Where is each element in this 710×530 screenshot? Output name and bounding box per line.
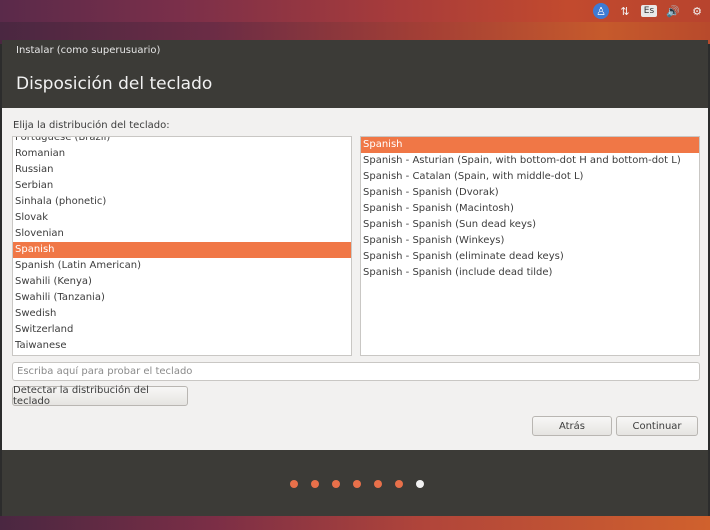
progress-dot <box>311 480 319 488</box>
layout-list-item[interactable]: Swahili (Tanzania) <box>13 290 351 306</box>
volume-icon[interactable]: 🔊 <box>664 2 682 20</box>
back-button[interactable]: Atrás <box>532 416 612 436</box>
variant-list-item[interactable]: Spanish - Catalan (Spain, with middle-do… <box>361 169 699 185</box>
layout-list-item[interactable]: Portuguese (Brazil) <box>13 137 351 146</box>
layout-list-item[interactable]: Tajik <box>13 354 351 355</box>
layout-list-item[interactable]: Sinhala (phonetic) <box>13 194 351 210</box>
variant-list-item[interactable]: Spanish - Asturian (Spain, with bottom-d… <box>361 153 699 169</box>
variant-list-item[interactable]: Spanish - Spanish (Winkeys) <box>361 233 699 249</box>
layout-list-item[interactable]: Serbian <box>13 178 351 194</box>
variant-list-item[interactable]: Spanish - Spanish (include dead tilde) <box>361 265 699 281</box>
keyboard-layout-list[interactable]: Portuguese (Brazil) Romanian Russian Serbia… <box>12 136 352 356</box>
variant-list-item[interactable]: Spanish <box>361 137 699 153</box>
top-panel: ♙ ⇅ Es 🔊 ⚙ <box>0 0 710 22</box>
progress-dot <box>290 480 298 488</box>
installer-content: Elija la distribución del teclado: Portu… <box>2 108 708 450</box>
layout-prompt-label: Elija la distribución del teclado: <box>13 120 170 131</box>
page-title: Disposición del teclado <box>16 74 213 94</box>
network-icon[interactable]: ⇅ <box>616 2 634 20</box>
progress-dot-current <box>416 480 424 488</box>
variant-list-item[interactable]: Spanish - Spanish (Sun dead keys) <box>361 217 699 233</box>
variant-list-item[interactable]: Spanish - Spanish (Dvorak) <box>361 185 699 201</box>
progress-dot <box>395 480 403 488</box>
progress-dots <box>2 480 708 488</box>
layout-list-item[interactable]: Russian <box>13 162 351 178</box>
detect-layout-button[interactable]: Detectar la distribución del teclado <box>12 385 188 407</box>
installer-footer <box>2 450 708 516</box>
keyboard-test-input[interactable] <box>12 362 700 381</box>
keyboard-variant-list-items: Spanish Spanish - Asturian (Spain, with b… <box>361 137 699 281</box>
language-indicator[interactable]: Es <box>640 2 658 20</box>
layout-list-item[interactable]: Swahili (Kenya) <box>13 274 351 290</box>
layout-list-item[interactable]: Swedish <box>13 306 351 322</box>
layout-list-item[interactable]: Switzerland <box>13 322 351 338</box>
keyboard-layout-list-items: Portuguese (Brazil) Romanian Russian Serbia… <box>13 137 351 355</box>
progress-dot <box>353 480 361 488</box>
installer-header: Instalar (como superusuario) Disposición… <box>2 40 708 108</box>
layout-list-item[interactable]: Spanish (Latin American) <box>13 258 351 274</box>
layout-list-item[interactable]: Spanish <box>13 242 351 258</box>
continue-button[interactable]: Continuar <box>616 416 698 436</box>
wallpaper-strip-bottom <box>0 516 710 530</box>
keyboard-variant-list[interactable]: Spanish Spanish - Asturian (Spain, with b… <box>360 136 700 356</box>
progress-dot <box>332 480 340 488</box>
language-badge: Es <box>640 5 658 17</box>
variant-list-item[interactable]: Spanish - Spanish (eliminate dead keys) <box>361 249 699 265</box>
variant-list-item[interactable]: Spanish - Spanish (Macintosh) <box>361 201 699 217</box>
layout-list-item[interactable]: Slovenian <box>13 226 351 242</box>
layout-list-item[interactable]: Romanian <box>13 146 351 162</box>
accessibility-icon[interactable]: ♙ <box>592 2 610 20</box>
window-title: Instalar (como superusuario) <box>16 45 161 56</box>
layout-list-item[interactable]: Slovak <box>13 210 351 226</box>
settings-gear-icon[interactable]: ⚙ <box>688 2 706 20</box>
progress-dot <box>374 480 382 488</box>
layout-list-item[interactable]: Taiwanese <box>13 338 351 354</box>
